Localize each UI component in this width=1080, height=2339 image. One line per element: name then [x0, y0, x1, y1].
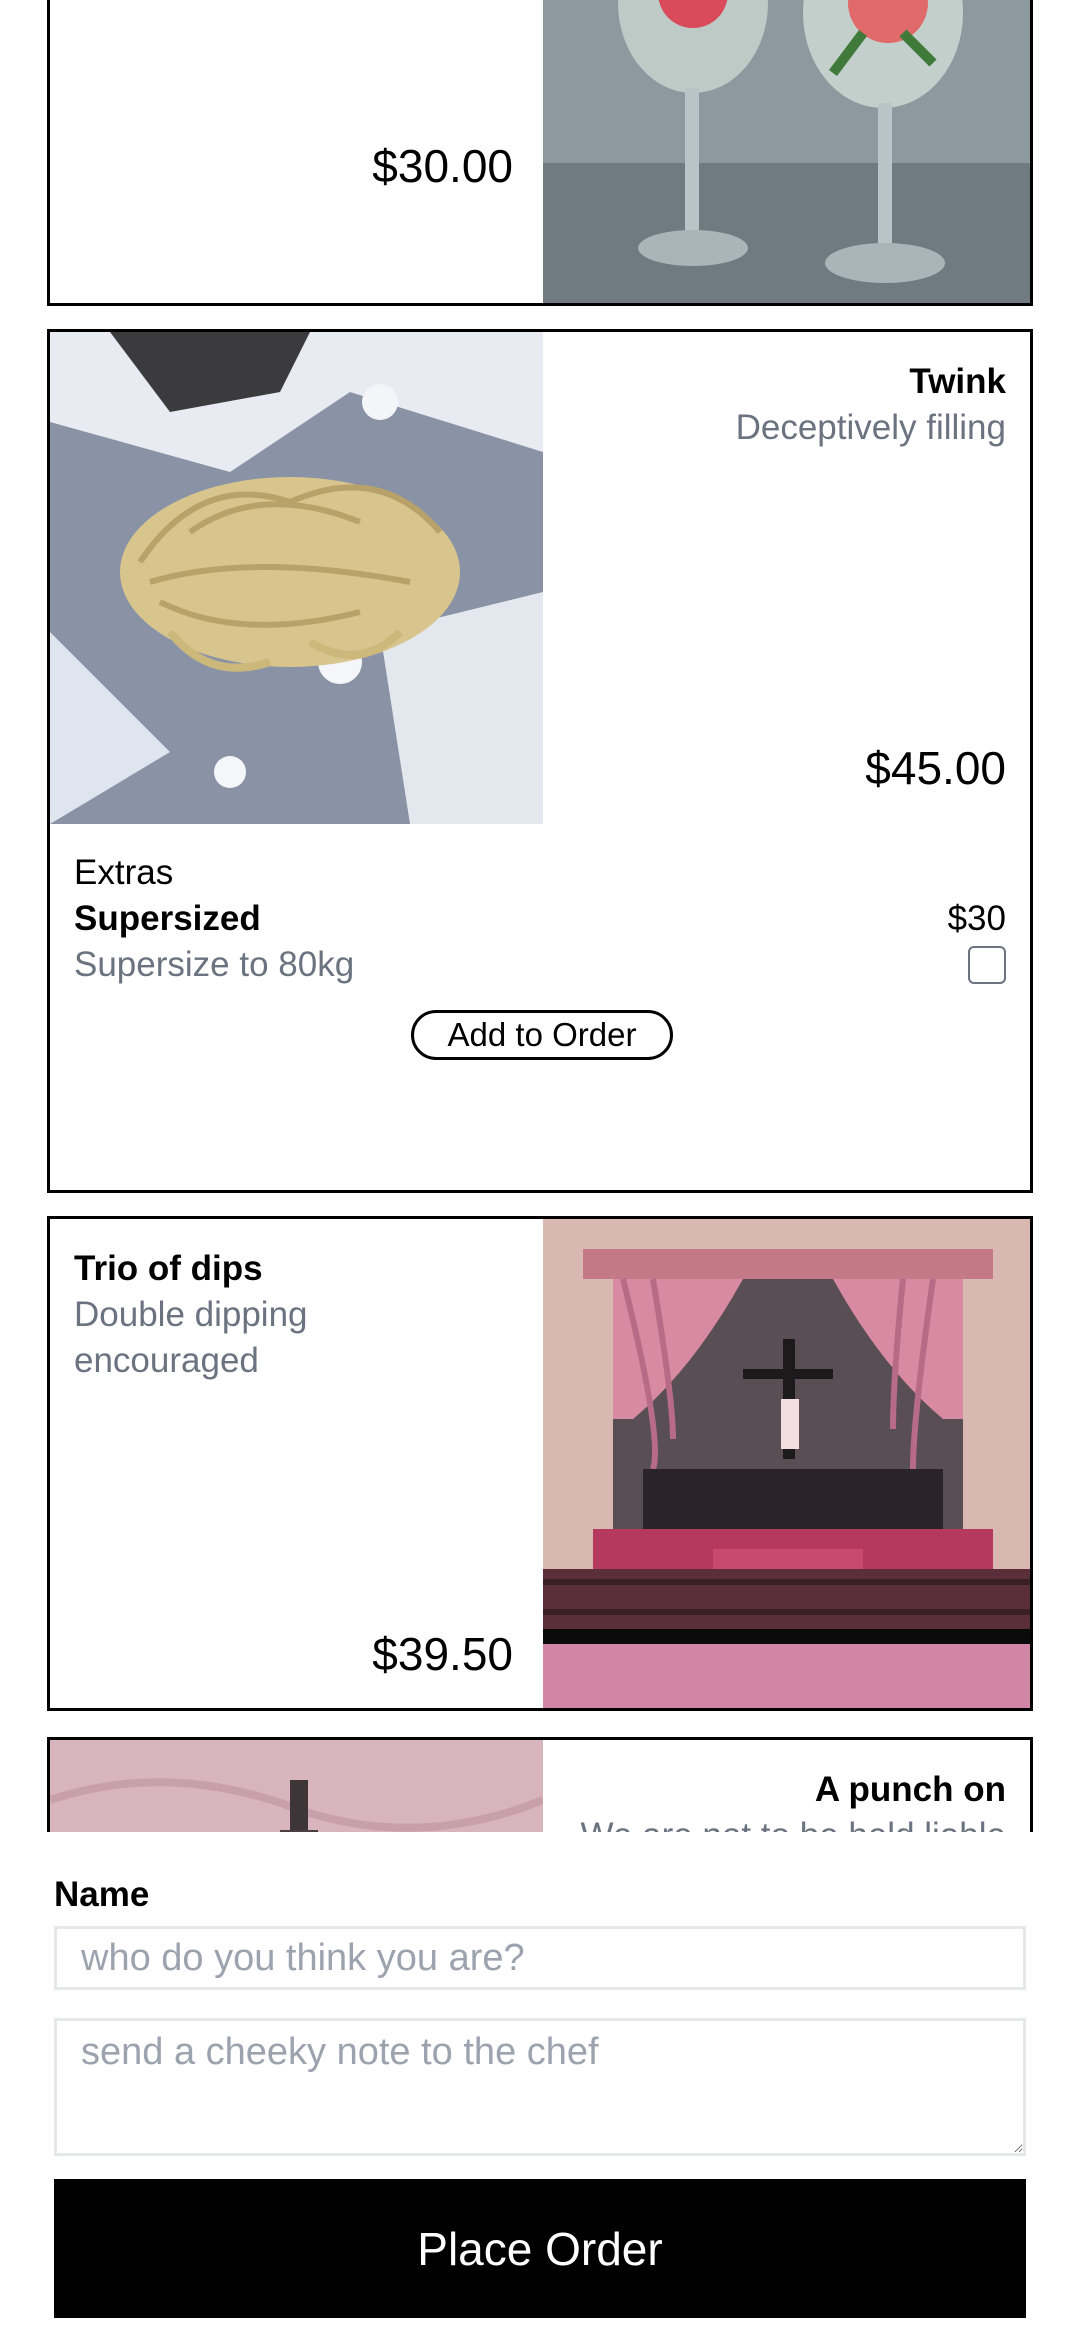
- name-input[interactable]: [54, 1926, 1026, 1990]
- extras-heading: Extras: [74, 853, 174, 892]
- menu-item-card[interactable]: $30.00: [47, 0, 1033, 306]
- item-price: $30.00: [372, 140, 513, 192]
- item-title: Trio of dips: [74, 1249, 263, 1288]
- item-title: A punch on: [814, 1770, 1006, 1809]
- extra-checkbox-supersized[interactable]: [968, 946, 1006, 984]
- extra-price: $30: [947, 899, 1006, 938]
- item-price: $39.50: [372, 1628, 513, 1680]
- item-image-blonde-wig-on-snow: [50, 332, 543, 824]
- extra-name: Supersized: [74, 899, 261, 938]
- chef-note-input[interactable]: [54, 2018, 1026, 2156]
- menu-scroll-area[interactable]: $30.00 Twink Deceptively filling $45.00 …: [0, 0, 1080, 1832]
- menu-item-card[interactable]: Trio of dips Double dipping encouraged $…: [47, 1216, 1033, 1711]
- menu-item-card[interactable]: A punch on We are not to be held liable: [47, 1737, 1033, 1832]
- item-description: Deceptively filling: [735, 408, 1006, 447]
- extra-description: Supersize to 80kg: [74, 945, 355, 984]
- item-description: Double dipping encouraged: [74, 1295, 308, 1380]
- item-image-rose-glasses: [543, 0, 1030, 303]
- item-price: $45.00: [865, 742, 1006, 794]
- item-image-bottle-on-sheets: [50, 1740, 543, 1832]
- place-order-button[interactable]: Place Order: [54, 2179, 1026, 2318]
- add-to-order-button[interactable]: Add to Order: [411, 1010, 673, 1060]
- name-label: Name: [54, 1875, 150, 1914]
- item-title: Twink: [909, 362, 1006, 401]
- item-image-church-stage: [543, 1219, 1030, 1708]
- order-form: Name Place Order: [0, 1832, 1080, 2339]
- item-description: We are not to be held liable: [581, 1813, 1006, 1832]
- menu-item-card[interactable]: Twink Deceptively filling $45.00 Extras …: [47, 329, 1033, 1193]
